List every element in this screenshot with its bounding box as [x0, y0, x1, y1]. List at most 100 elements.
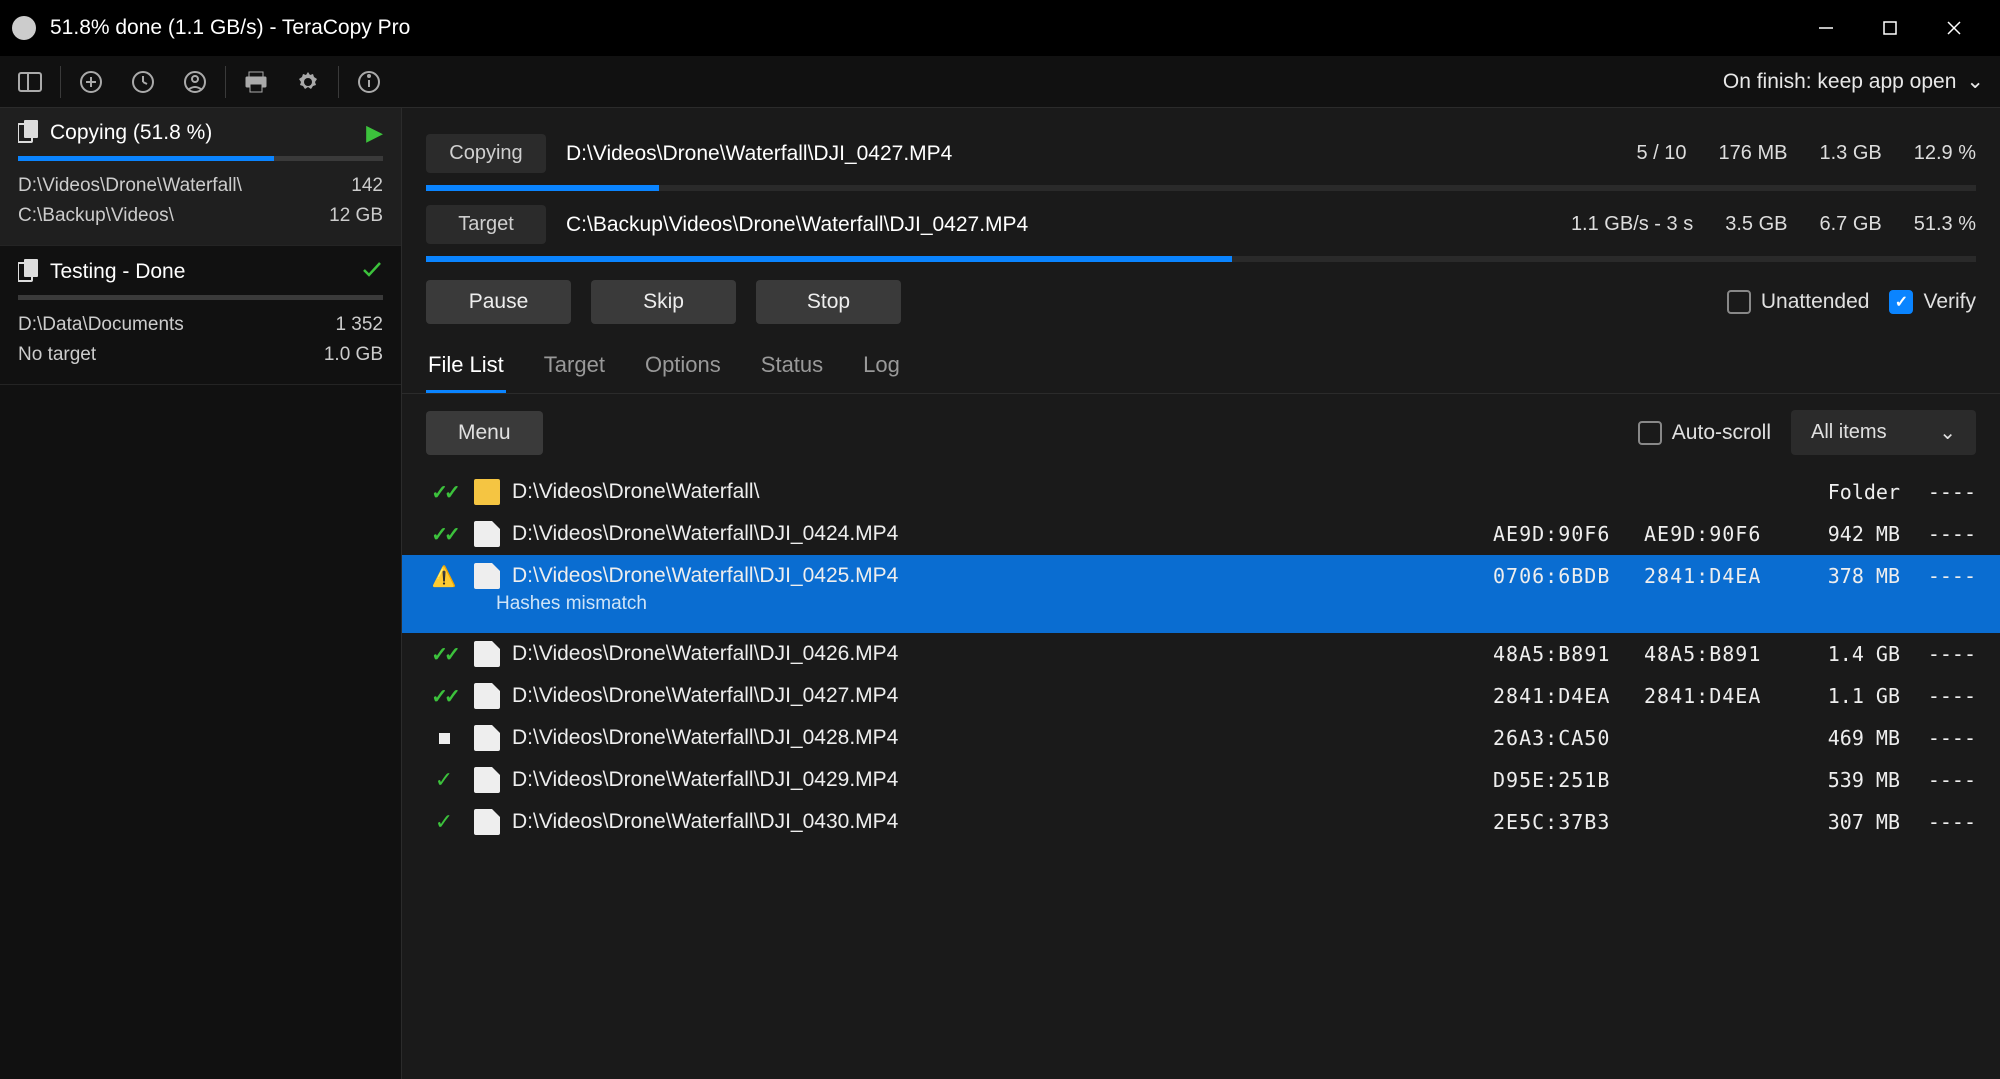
list-toolbar: Menu Auto-scroll All items⌄ — [402, 394, 2000, 471]
check-icon — [361, 258, 383, 285]
target-stats: 1.1 GB/s - 3 s 3.5 GB 6.7 GB 51.3 % — [1571, 213, 1976, 236]
add-icon[interactable] — [77, 68, 105, 96]
job-source: D:\Data\Documents — [18, 310, 184, 340]
check-icon: ✓ — [435, 809, 453, 835]
file-row[interactable]: ⚠️ D:\Videos\Drone\Waterfall\DJI_0425.MP… — [402, 555, 2000, 597]
target-pill: Target — [426, 205, 546, 244]
file-row[interactable]: ✓ D:\Videos\Drone\Waterfall\DJI_0429.MP4… — [402, 759, 2000, 801]
file-hash-source: D95E:251B — [1493, 768, 1638, 792]
filter-select[interactable]: All items⌄ — [1791, 410, 1976, 455]
panel-icon[interactable] — [16, 68, 44, 96]
verify-checkbox[interactable]: Verify — [1889, 290, 1976, 314]
file-row[interactable]: ✓✓ D:\Videos\Drone\Waterfall\DJI_0424.MP… — [402, 513, 2000, 555]
on-finish-dropdown[interactable]: On finish: keep app open ⌄ — [1723, 69, 1984, 94]
sidebar: Copying (51.8 %) ▶ D:\Videos\Drone\Waterf… — [0, 108, 402, 1079]
stat-total: 1.3 GB — [1819, 142, 1881, 165]
file-icon — [474, 521, 500, 547]
file-hash-target: AE9D:90F6 — [1644, 522, 1789, 546]
autoscroll-label: Auto-scroll — [1672, 421, 1771, 445]
file-ext: ---- — [1906, 642, 1976, 666]
file-icon — [474, 683, 500, 709]
stop-icon — [439, 733, 450, 744]
file-row[interactable]: ✓✓ D:\Videos\Drone\Waterfall\DJI_0427.MP… — [402, 675, 2000, 717]
user-icon[interactable] — [181, 68, 209, 96]
double-check-icon: ✓✓ — [431, 522, 457, 547]
file-path: D:\Videos\Drone\Waterfall\DJI_0428.MP4 — [512, 726, 1487, 750]
info-icon[interactable] — [355, 68, 383, 96]
titlebar[interactable]: 51.8% done (1.1 GB/s) - TeraCopy Pro — [0, 0, 2000, 56]
clock-icon[interactable] — [129, 68, 157, 96]
file-icon — [474, 563, 500, 589]
tabs: File List Target Options Status Log — [402, 334, 2000, 394]
sidebar-job[interactable]: Copying (51.8 %) ▶ D:\Videos\Drone\Waterf… — [0, 108, 401, 246]
file-size: 307 MB — [1795, 810, 1900, 834]
double-check-icon: ✓✓ — [431, 642, 457, 667]
tab-options[interactable]: Options — [643, 344, 723, 393]
copying-row: Copying D:\Videos\Drone\Waterfall\DJI_04… — [426, 128, 1976, 179]
sidebar-job[interactable]: Testing - Done D:\Data\Documents1 352 No… — [0, 246, 401, 385]
play-icon: ▶ — [366, 120, 383, 146]
file-path: D:\Videos\Drone\Waterfall\DJI_0426.MP4 — [512, 642, 1487, 666]
file-error: Hashes mismatch — [426, 593, 647, 625]
window-title: 51.8% done (1.1 GB/s) - TeraCopy Pro — [50, 16, 1812, 40]
tab-target[interactable]: Target — [542, 344, 607, 393]
file-path: D:\Videos\Drone\Waterfall\DJI_0429.MP4 — [512, 768, 1487, 792]
unattended-label: Unattended — [1761, 290, 1870, 314]
filter-label: All items — [1811, 421, 1887, 444]
file-ext: ---- — [1906, 810, 1976, 834]
separator — [338, 66, 339, 98]
file-path: D:\Videos\Drone\Waterfall\DJI_0424.MP4 — [512, 522, 1487, 546]
job-progress — [18, 295, 383, 300]
copy-icon — [18, 259, 40, 285]
maximize-button[interactable] — [1876, 14, 1904, 42]
autoscroll-checkbox[interactable]: Auto-scroll — [1638, 421, 1771, 445]
copying-path: D:\Videos\Drone\Waterfall\DJI_0427.MP4 — [566, 142, 1616, 166]
job-title: Testing - Done — [50, 260, 185, 284]
file-row[interactable]: ✓✓ D:\Videos\Drone\Waterfall\DJI_0426.MP… — [402, 633, 2000, 675]
menu-button[interactable]: Menu — [426, 411, 543, 455]
file-path: D:\Videos\Drone\Waterfall\DJI_0427.MP4 — [512, 684, 1487, 708]
stat-percent: 12.9 % — [1914, 142, 1976, 165]
stat-current: 176 MB — [1719, 142, 1788, 165]
target-progress — [426, 256, 1976, 262]
warning-icon: ⚠️ — [432, 564, 457, 589]
gear-icon[interactable] — [294, 68, 322, 96]
minimize-button[interactable] — [1812, 14, 1840, 42]
stat-done: 3.5 GB — [1725, 213, 1787, 236]
file-size: 539 MB — [1795, 768, 1900, 792]
job-target: No target — [18, 340, 96, 370]
file-size: 469 MB — [1795, 726, 1900, 750]
file-ext: ---- — [1906, 726, 1976, 750]
file-icon — [474, 767, 500, 793]
unattended-checkbox[interactable]: Unattended — [1727, 290, 1870, 314]
pause-button[interactable]: Pause — [426, 280, 571, 324]
target-path: C:\Backup\Videos\Drone\Waterfall\DJI_042… — [566, 213, 1551, 237]
app-icon — [12, 16, 36, 40]
job-title: Copying (51.8 %) — [50, 121, 212, 145]
print-icon[interactable] — [242, 68, 270, 96]
file-size: 1.1 GB — [1795, 684, 1900, 708]
file-path: D:\Videos\Drone\Waterfall\ — [512, 480, 1487, 504]
toolbar: On finish: keep app open ⌄ — [0, 56, 2000, 108]
stat-speed: 1.1 GB/s - 3 s — [1571, 213, 1693, 236]
close-button[interactable] — [1940, 14, 1968, 42]
file-row[interactable]: D:\Videos\Drone\Waterfall\DJI_0428.MP4 2… — [402, 717, 2000, 759]
tab-status[interactable]: Status — [759, 344, 825, 393]
tab-log[interactable]: Log — [861, 344, 902, 393]
file-hash-source: 2841:D4EA — [1493, 684, 1638, 708]
verify-label: Verify — [1923, 290, 1976, 314]
on-finish-label: On finish: keep app open — [1723, 70, 1957, 94]
file-row[interactable]: ✓ D:\Videos\Drone\Waterfall\DJI_0430.MP4… — [402, 801, 2000, 843]
job-size: 12 GB — [329, 201, 383, 231]
separator — [60, 66, 61, 98]
file-hash-source: 48A5:B891 — [1493, 642, 1638, 666]
tab-file-list[interactable]: File List — [426, 344, 506, 393]
job-source: D:\Videos\Drone\Waterfall\ — [18, 171, 242, 201]
file-icon — [474, 641, 500, 667]
file-row[interactable]: ✓✓ D:\Videos\Drone\Waterfall\ Folder ---… — [402, 471, 2000, 513]
stat-percent: 51.3 % — [1914, 213, 1976, 236]
stop-button[interactable]: Stop — [756, 280, 901, 324]
file-size: 378 MB — [1795, 564, 1900, 588]
file-list: ✓✓ D:\Videos\Drone\Waterfall\ Folder ---… — [402, 471, 2000, 843]
skip-button[interactable]: Skip — [591, 280, 736, 324]
